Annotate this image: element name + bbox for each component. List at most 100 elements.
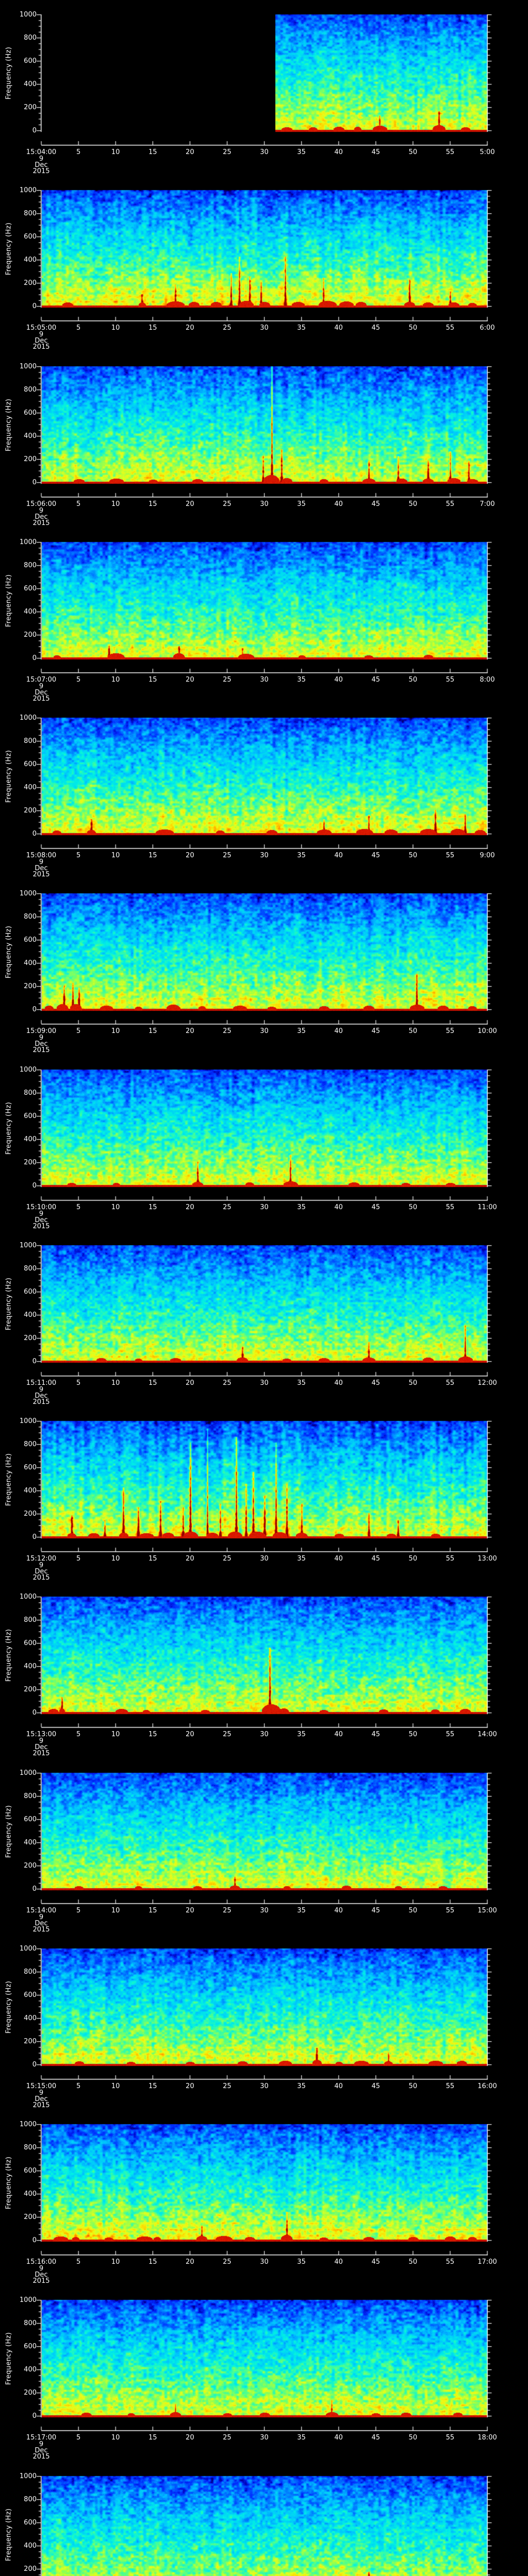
x-tick-label: 55 [446, 1907, 455, 1914]
x-tick-label: 25 [223, 2082, 232, 2090]
y-tick-label: 400 [24, 256, 37, 264]
x-tick-label: 15 [148, 1204, 157, 1211]
x-tick-label: 45 [371, 324, 381, 332]
y-tick-label: 400 [24, 784, 37, 791]
y-tick-label: 800 [24, 1089, 37, 1097]
x-tick-label: 20 [186, 324, 194, 332]
x-tick-label: 50 [408, 1027, 418, 1035]
x-tick-label: 5 [76, 324, 81, 332]
y-tick-label: 0 [32, 2061, 37, 2069]
y-tick-label: 200 [24, 2213, 37, 2221]
x-tick-label: 15 [148, 2434, 157, 2442]
y-tick-label: 1000 [19, 187, 37, 194]
x-tick-label: 40 [334, 500, 343, 508]
x-tick-label: 10 [111, 2082, 120, 2090]
y-axis-title: Frequency (Hz) [5, 2156, 13, 2210]
x-tick-label: 40 [334, 324, 343, 332]
y-tick-label: 200 [24, 631, 37, 639]
x-tick-label: 35 [297, 1204, 306, 1211]
x-tick-label: 5 [76, 676, 81, 684]
y-tick-label: 200 [24, 1862, 37, 1870]
x-tick-label: 5 [76, 852, 81, 859]
x-tick-label: 50 [408, 1907, 418, 1914]
x-tick-label: 10 [111, 324, 120, 332]
spectrogram-panel: Frequency (Hz) 1000 800 600 400 200 0 15:14:00… [0, 1758, 528, 1934]
y-tick-label: 200 [24, 2389, 37, 2397]
y-tick-label: 0 [32, 1885, 37, 1893]
y-axis-title: Frequency (Hz) [5, 925, 13, 979]
spectrogram-stack: Frequency (Hz) 1000 800 600 400 200 0 15:04:00… [0, 0, 528, 2576]
y-tick-label: 200 [24, 104, 37, 111]
spectrogram-panel: Frequency (Hz) 1000 800 600 400 200 0 15:07:00… [0, 528, 528, 703]
x-tick-label: 40 [334, 2082, 343, 2090]
y-axis-title: Frequency (Hz) [5, 2332, 13, 2385]
x-tick-label: 50 [408, 2434, 418, 2442]
y-axis-title: Frequency (Hz) [5, 750, 13, 803]
x-tick-label: 5 [76, 2258, 81, 2266]
y-axis-title: Frequency (Hz) [5, 1101, 13, 1155]
spectrogram-panel: Frequency (Hz) 1000 800 600 400 200 0 15:11:00… [0, 1231, 528, 1406]
y-tick-label: 800 [24, 1616, 37, 1624]
x-tick-label: 50 [408, 1731, 418, 1738]
x-tick-label: 35 [297, 1907, 306, 1914]
y-tick-label: 0 [32, 2236, 37, 2244]
y-tick-label: 400 [24, 1136, 37, 1143]
x-tick-label: 35 [297, 1555, 306, 1563]
x-tick-label: 45 [371, 2434, 381, 2442]
x-tick-label: 40 [334, 148, 343, 156]
x-tick-label: 20 [186, 676, 194, 684]
spectrogram-panel: Frequency (Hz) 1000 800 600 400 200 0 15:16:00… [0, 2110, 528, 2285]
x-tick-label: 5 [76, 1731, 81, 1738]
x-tick-label: 10 [111, 1731, 120, 1738]
x-tick-label: 10 [111, 2258, 120, 2266]
date-line: 2015 [32, 519, 50, 527]
x-tick-label: 30 [260, 2082, 269, 2090]
y-tick-label: 200 [24, 982, 37, 990]
y-tick-label: 400 [24, 2542, 37, 2550]
y-axis-title: Frequency (Hz) [5, 574, 13, 628]
y-tick-label: 200 [24, 455, 37, 463]
y-tick-label: 1000 [19, 1066, 37, 1074]
x-tick-label: 15 [148, 324, 157, 332]
y-tick-label: 400 [24, 432, 37, 440]
date-line: 2015 [32, 2277, 50, 2285]
y-tick-label: 1000 [19, 1769, 37, 1777]
x-end-time-label: 11:00 [477, 1204, 497, 1211]
x-tick-label: 5 [76, 2434, 81, 2442]
y-tick-label: 0 [32, 1006, 37, 1013]
y-tick-label: 1000 [19, 1945, 37, 1953]
y-tick-label: 400 [24, 80, 37, 88]
y-tick-label: 400 [24, 2190, 37, 2198]
x-tick-label: 30 [260, 2434, 269, 2442]
x-tick-label: 15 [148, 500, 157, 508]
x-tick-label: 10 [111, 2434, 120, 2442]
x-tick-label: 45 [371, 1907, 381, 1914]
y-tick-label: 1000 [19, 890, 37, 897]
y-tick-label: 1000 [19, 1593, 37, 1601]
x-tick-label: 45 [371, 676, 381, 684]
x-tick-label: 55 [446, 1027, 455, 1035]
y-tick-label: 600 [24, 233, 37, 241]
x-tick-label: 15 [148, 1379, 157, 1387]
spectrogram-panel: Frequency (Hz) 1000 800 600 400 200 0 15:10:00… [0, 1055, 528, 1231]
x-end-time-label: 18:00 [477, 2434, 497, 2442]
date-line: 2015 [32, 2453, 50, 2461]
x-tick-label: 25 [223, 852, 232, 859]
x-tick-label: 5 [76, 1204, 81, 1211]
y-tick-label: 400 [24, 2014, 37, 2022]
x-tick-label: 45 [371, 1379, 381, 1387]
x-tick-label: 15 [148, 676, 157, 684]
x-tick-label: 5 [76, 500, 81, 508]
x-tick-label: 35 [297, 676, 306, 684]
x-end-time-label: 8:00 [480, 676, 495, 684]
x-tick-label: 35 [297, 2082, 306, 2090]
x-tick-label: 10 [111, 500, 120, 508]
x-tick-label: 45 [371, 1555, 381, 1563]
y-tick-label: 600 [24, 2519, 37, 2527]
y-tick-label: 800 [24, 2144, 37, 2151]
x-tick-label: 15 [148, 1555, 157, 1563]
x-tick-label: 10 [111, 1027, 120, 1035]
x-tick-label: 55 [446, 2258, 455, 2266]
x-tick-label: 40 [334, 2258, 343, 2266]
y-tick-label: 0 [32, 1533, 37, 1541]
